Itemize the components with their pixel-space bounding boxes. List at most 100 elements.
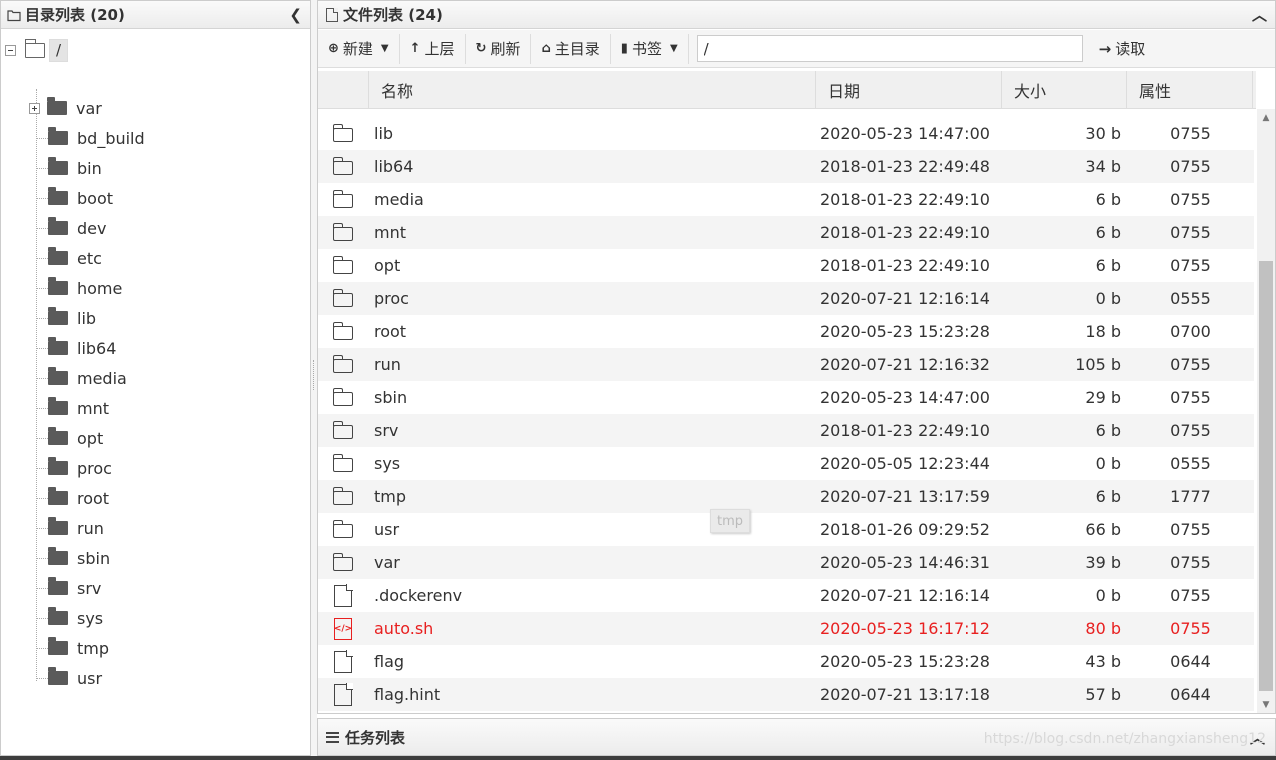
file-name: lib xyxy=(374,124,394,143)
directory-panel: 目录列表 (20) ❮ / var bd_build bin boot dev etc ho… xyxy=(0,0,311,756)
file-name: flag xyxy=(374,652,405,671)
file-attr: 0555 xyxy=(1170,289,1211,308)
tree-item[interactable]: proc xyxy=(29,453,112,483)
table-row[interactable]: lib 2020-05-23 14:47:00 30 b 0755 xyxy=(318,117,1254,150)
tree-item-label[interactable]: opt xyxy=(77,429,103,448)
folder-icon xyxy=(332,322,353,340)
tree-item[interactable]: root xyxy=(29,483,109,513)
column-header-date[interactable]: 日期 xyxy=(816,71,1002,108)
chevron-left-icon[interactable]: ❮ xyxy=(289,6,302,24)
tree-item-label[interactable]: run xyxy=(77,519,104,538)
read-button[interactable]: → 读取 xyxy=(1089,34,1156,64)
tree-root-label[interactable]: / xyxy=(49,38,69,62)
tree-item[interactable]: usr xyxy=(29,663,102,693)
table-row[interactable]: srv 2018-01-23 22:49:10 6 b 0755 xyxy=(318,414,1254,447)
table-row[interactable]: sys 2020-05-05 12:23:44 0 b 0555 xyxy=(318,447,1254,480)
tree-item[interactable]: lib xyxy=(29,303,96,333)
column-header-attr[interactable]: 属性 xyxy=(1127,71,1253,108)
tree-item-label[interactable]: root xyxy=(77,489,109,508)
file-attr: 0755 xyxy=(1170,520,1211,539)
table-row[interactable]: media 2018-01-23 22:49:10 6 b 0755 xyxy=(318,183,1254,216)
tree-item-label[interactable]: boot xyxy=(77,189,113,208)
bookmark-button[interactable]: ▮ 书签 ▼ xyxy=(611,33,689,64)
table-row[interactable]: .dockerenv 2020-07-21 12:16:14 0 b 0755 xyxy=(318,579,1254,612)
file-name: srv xyxy=(374,421,399,440)
tree-item-label[interactable]: sys xyxy=(77,609,103,628)
tree-connector xyxy=(37,467,48,469)
file-date: 2020-05-23 14:47:00 xyxy=(820,388,990,407)
vertical-scrollbar[interactable]: ▲ ▼ xyxy=(1257,109,1275,713)
toolbar: ⊕ 新建 ▼ ↑ 上层 ↻ 刷新 ⌂ 主目录 ▮ 书签 ▼ → 读取 xyxy=(318,30,1275,68)
tree-item-label[interactable]: lib xyxy=(77,309,96,328)
tree-item-label[interactable]: proc xyxy=(77,459,112,478)
file-attr: 0700 xyxy=(1170,322,1211,341)
refresh-button[interactable]: ↻ 刷新 xyxy=(466,33,532,64)
table-row[interactable]: tmp 2020-07-21 13:17:59 6 b 1777 xyxy=(318,480,1254,513)
folder-icon xyxy=(332,553,353,571)
tree-item[interactable]: opt xyxy=(29,423,103,453)
table-row[interactable]: flag.hint 2020-07-21 13:17:18 57 b 0644 xyxy=(318,678,1254,711)
tree-item-label[interactable]: dev xyxy=(77,219,106,238)
tree-item[interactable]: lib64 xyxy=(29,333,116,363)
up-button[interactable]: ↑ 上层 xyxy=(400,33,466,64)
tree-item-label[interactable]: sbin xyxy=(77,549,110,568)
tree-item[interactable]: media xyxy=(29,363,127,393)
file-name: opt xyxy=(374,256,401,275)
table-row[interactable]: flag 2020-05-23 15:23:28 43 b 0644 xyxy=(318,645,1254,678)
tree-item-label[interactable]: etc xyxy=(77,249,102,268)
column-header-size[interactable]: 大小 xyxy=(1002,71,1127,108)
collapse-toggle-icon[interactable] xyxy=(5,44,16,56)
tree-item[interactable]: sbin xyxy=(29,543,110,573)
table-row[interactable]: root 2020-05-23 15:23:28 18 b 0700 xyxy=(318,315,1254,348)
tree-item-label[interactable]: tmp xyxy=(77,639,109,658)
scroll-up-icon[interactable]: ▲ xyxy=(1257,109,1275,126)
tree-item[interactable]: mnt xyxy=(29,393,109,423)
tree-connector xyxy=(37,437,48,439)
path-input[interactable] xyxy=(696,35,1083,62)
tree-item[interactable]: tmp xyxy=(29,633,109,663)
tree-item[interactable]: run xyxy=(29,513,104,543)
folder-icon xyxy=(332,388,353,406)
table-row[interactable]: proc 2020-07-21 12:16:14 0 b 0555 xyxy=(318,282,1254,315)
column-header-name[interactable]: 名称 xyxy=(369,71,816,108)
tree-item-label[interactable]: bd_build xyxy=(77,129,145,148)
task-panel-title: 任务列表 xyxy=(345,728,406,747)
tree-item[interactable]: etc xyxy=(29,243,102,273)
file-attr: 0555 xyxy=(1170,454,1211,473)
tree-item-label[interactable]: var xyxy=(76,99,102,118)
tree-item[interactable]: var xyxy=(29,93,102,123)
tree-item[interactable]: bd_build xyxy=(29,123,145,153)
tree-item[interactable]: dev xyxy=(29,213,106,243)
tree-item-label[interactable]: media xyxy=(77,369,127,388)
new-button[interactable]: ⊕ 新建 ▼ xyxy=(318,33,400,64)
tree-item[interactable]: sys xyxy=(29,603,103,633)
table-row[interactable]: run 2020-07-21 12:16:32 105 b 0755 xyxy=(318,348,1254,381)
table-row[interactable]: mnt 2018-01-23 22:49:10 6 b 0755 xyxy=(318,216,1254,249)
scrollbar-thumb[interactable] xyxy=(1259,261,1273,691)
home-button[interactable]: ⌂ 主目录 xyxy=(531,33,611,64)
folder-icon xyxy=(332,454,353,472)
tree-item[interactable]: srv xyxy=(29,573,101,603)
tree-item[interactable]: bin xyxy=(29,153,102,183)
tree-item-label[interactable]: srv xyxy=(77,579,101,598)
folder-icon xyxy=(48,427,68,445)
tree-root[interactable]: / xyxy=(5,38,69,62)
table-row[interactable]: var 2020-05-23 14:46:31 39 b 0755 xyxy=(318,546,1254,579)
table-row[interactable]: sbin 2020-05-23 14:47:00 29 b 0755 xyxy=(318,381,1254,414)
expand-toggle-icon[interactable] xyxy=(29,102,40,114)
table-row[interactable]: opt 2018-01-23 22:49:10 6 b 0755 xyxy=(318,249,1254,282)
table-row[interactable]: lib64 2018-01-23 22:49:48 34 b 0755 xyxy=(318,150,1254,183)
table-row[interactable]: </> auto.sh 2020-05-23 16:17:12 80 b 0755 xyxy=(318,612,1254,645)
chevron-up-icon[interactable]: ︿ xyxy=(1252,4,1267,25)
scroll-down-icon[interactable]: ▼ xyxy=(1257,696,1275,713)
tree-item-label[interactable]: lib64 xyxy=(77,339,116,358)
tree-item-label[interactable]: mnt xyxy=(77,399,109,418)
tree-item[interactable]: home xyxy=(29,273,122,303)
file-name: media xyxy=(374,190,424,209)
tree-item-label[interactable]: home xyxy=(77,279,122,298)
tree-item-label[interactable]: usr xyxy=(77,669,102,688)
tree-item-label[interactable]: bin xyxy=(77,159,102,178)
tree-item[interactable]: boot xyxy=(29,183,113,213)
table-row[interactable]: usr 2018-01-26 09:29:52 66 b 0755 xyxy=(318,513,1254,546)
directory-tree: / var bd_buildbin boot dev etc home lib lib64 me… xyxy=(1,29,310,749)
